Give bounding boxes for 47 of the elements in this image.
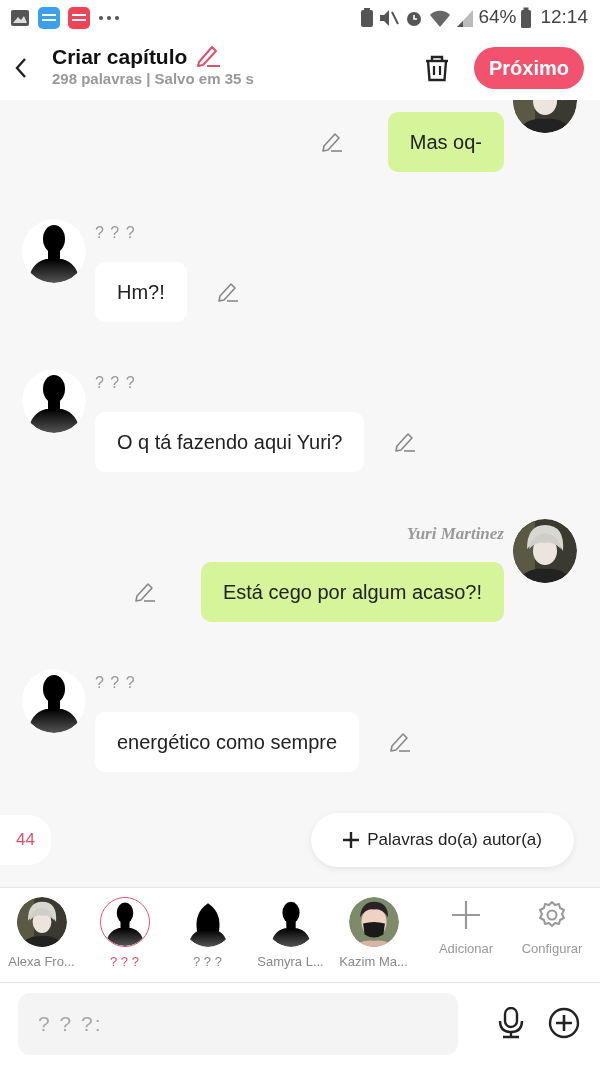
message-bubble: Hm?!	[95, 262, 187, 322]
pencil-icon[interactable]	[216, 281, 239, 303]
pencil-icon[interactable]	[389, 731, 412, 753]
more-icon	[98, 14, 120, 21]
message-bubble: Está cego por algum acaso?!	[200, 562, 504, 622]
app-icon	[68, 6, 90, 29]
pencil-icon[interactable]	[320, 131, 343, 153]
message-bubble: O q tá fazendo aqui Yuri?	[95, 412, 365, 472]
character-item[interactable]: Alexa Fro...	[0, 888, 83, 982]
battery-saver-icon	[360, 7, 375, 28]
message-input[interactable]: ? ? ?:	[18, 993, 458, 1055]
back-icon[interactable]	[14, 56, 28, 79]
add-circle-icon[interactable]	[548, 1007, 580, 1039]
author-words-button[interactable]: Palavras do(a) autor(a)	[311, 813, 574, 867]
character-name: ? ? ?	[95, 374, 136, 391]
person-silhouette-icon	[99, 897, 150, 947]
add-character-button[interactable]: Adicionar	[423, 888, 509, 982]
word-count-status: 298 palavras | Salvo em 35 s	[52, 69, 255, 90]
message-bubble: energético como sempre	[95, 712, 360, 772]
trash-icon[interactable]	[423, 53, 450, 82]
character-name: Yuri Martinez	[406, 524, 504, 543]
screen-title: Criar capítulo	[52, 44, 188, 68]
settings-icon	[537, 900, 567, 930]
pencil-icon[interactable]	[394, 431, 417, 453]
gallery-icon	[10, 8, 30, 27]
person-silhouette-icon	[22, 219, 86, 283]
pencil-icon[interactable]	[133, 581, 156, 603]
character-name: ? ? ?	[95, 224, 136, 241]
character-item[interactable]: ? ? ?	[83, 888, 166, 982]
battery-percentage: 64%	[478, 5, 517, 30]
plus-icon	[343, 831, 360, 848]
count-tab[interactable]: 44	[0, 815, 51, 865]
message-bubble: Mas oq-	[387, 112, 504, 172]
next-button[interactable]: Próximo	[473, 46, 584, 89]
pencil-icon[interactable]	[195, 44, 222, 69]
character-item[interactable]: ? ? ?	[166, 888, 249, 982]
settings-button[interactable]: Configurar	[509, 888, 595, 982]
microphone-icon[interactable]	[498, 1007, 524, 1039]
app-icon	[38, 6, 60, 29]
character-item[interactable]: Kazim Ma...	[332, 888, 415, 982]
character-name: ? ? ?	[95, 674, 136, 691]
character-item[interactable]: Samyra L...	[249, 888, 332, 982]
person-silhouette-icon	[22, 669, 86, 733]
person-silhouette-icon	[22, 369, 86, 433]
clock: 12:14	[540, 5, 588, 30]
plus-icon	[451, 900, 481, 930]
battery-icon	[520, 6, 533, 29]
